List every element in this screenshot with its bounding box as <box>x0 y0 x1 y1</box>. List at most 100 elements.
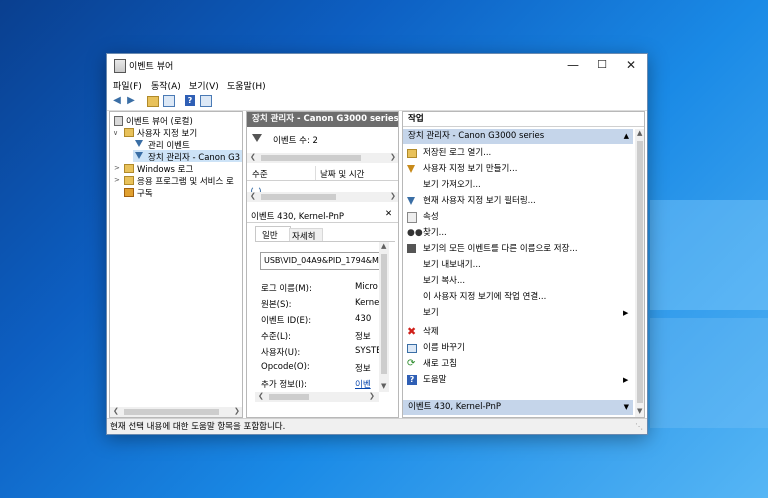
tree-custom-views[interactable]: 사용자 지정 보기 <box>137 127 197 139</box>
scroll-thumb[interactable] <box>381 254 387 374</box>
collapse-section-icon[interactable]: ▲ <box>624 129 629 144</box>
event-viewer-app-icon <box>114 59 126 73</box>
filter-icon <box>135 140 143 147</box>
scroll-thumb[interactable] <box>269 394 309 400</box>
scroll-left-arrow-icon[interactable]: ❮ <box>113 407 119 415</box>
tree-root[interactable]: 이벤트 뷰어 (로컬) <box>126 115 193 127</box>
scroll-thumb[interactable] <box>124 409 219 415</box>
rename-icon <box>407 344 417 353</box>
device-id-text: USB\VID_04A9&PID_1794&M <box>264 256 379 265</box>
folder-icon <box>124 128 134 137</box>
scroll-right-arrow-icon[interactable]: ❯ <box>234 407 240 415</box>
detail-horizontal-scrollbar[interactable]: ❮ ❯ <box>255 392 379 402</box>
action-refresh[interactable]: ⟳ 새로 고침 <box>403 356 633 372</box>
detail-vertical-scrollbar[interactable]: ▲ ▼ <box>379 242 389 392</box>
action-view-submenu[interactable]: 보기 ▶ <box>403 305 633 321</box>
device-id-box: USB\VID_04A9&PID_1794&M <box>260 252 380 270</box>
scroll-left-arrow-icon[interactable]: ❮ <box>250 192 256 200</box>
subscriptions-icon <box>124 188 134 197</box>
save-icon <box>407 244 416 253</box>
close-detail-icon[interactable]: ✕ <box>385 209 392 219</box>
tree-subscriptions[interactable]: 구독 <box>137 187 153 199</box>
actions-section-device-manager[interactable]: 장치 관리자 - Canon G3000 series ▲ <box>403 129 633 144</box>
menu-file[interactable]: 파일(F) <box>113 79 142 92</box>
column-date-time[interactable]: 날짜 및 시간 <box>320 168 365 180</box>
event-detail-header: 이벤트 430, Kernel-PnP ✕ <box>247 208 398 223</box>
back-arrow-icon[interactable]: ◀ <box>111 95 123 107</box>
action-rename[interactable]: 이름 바꾸기 <box>403 340 633 356</box>
event-viewer-window: 이벤트 뷰어 — ☐ ✕ 파일(F) 동작(A) 보기(V) 도움말(H) ◀ … <box>106 53 648 435</box>
tree-device-manager-view[interactable]: 장치 관리자 - Canon G3 <box>148 151 240 163</box>
status-text: 현재 선택 내용에 대한 도움말 항목을 포함합니다. <box>110 422 286 432</box>
action-create-custom-view[interactable]: 사용자 지정 보기 만들기... <box>403 161 633 177</box>
scroll-thumb[interactable] <box>261 194 336 200</box>
collapse-section-icon[interactable]: ▼ <box>624 400 629 415</box>
action-attach-task[interactable]: 이 사용자 지정 보기에 작업 연결... <box>403 289 633 305</box>
scroll-right-arrow-icon[interactable]: ❯ <box>390 192 396 200</box>
detail-value-event-id: 430 <box>355 314 372 324</box>
scroll-left-arrow-icon[interactable]: ❮ <box>250 153 256 161</box>
column-level[interactable]: 수준 <box>252 168 268 180</box>
tab-general[interactable]: 일반 <box>255 226 291 242</box>
detail-label-opcode: Opcode(O): <box>261 362 310 372</box>
desktop-light-pane <box>650 200 768 310</box>
action-import-view[interactable]: 보기 가져오기... <box>403 177 633 193</box>
expand-arrow-icon[interactable]: > <box>114 164 120 172</box>
properties-icon <box>407 212 417 223</box>
action-export-view[interactable]: 보기 내보내기... <box>403 257 633 273</box>
scroll-down-arrow-icon[interactable]: ▼ <box>381 382 386 390</box>
detail-link-more-info[interactable]: 이벤 <box>355 378 371 390</box>
detail-content: USB\VID_04A9&PID_1794&M 로그 이름(M): Micro … <box>255 241 395 402</box>
tree-windows-logs[interactable]: Windows 로그 <box>137 163 193 175</box>
minimize-button[interactable]: — <box>558 54 588 76</box>
scroll-left-arrow-icon[interactable]: ❮ <box>258 392 264 400</box>
actions-section-event[interactable]: 이벤트 430, Kernel-PnP ▼ <box>403 400 633 415</box>
action-find[interactable]: ●● 찾기... <box>403 225 633 241</box>
toolbar: ◀ ▶ ? <box>107 92 647 111</box>
scroll-right-arrow-icon[interactable]: ❯ <box>390 153 396 161</box>
action-delete[interactable]: ✖ 삭제 <box>403 324 633 340</box>
delete-icon: ✖ <box>407 325 417 338</box>
detail-value-user: SYSTE <box>355 346 382 356</box>
menu-view[interactable]: 보기(V) <box>189 79 219 92</box>
scroll-up-arrow-icon[interactable]: ▲ <box>637 129 642 137</box>
event-list-horizontal-scrollbar[interactable]: ❮ ❯ <box>247 192 398 202</box>
collapse-arrow-icon[interactable]: ∨ <box>113 129 118 137</box>
actions-vertical-scrollbar[interactable]: ▲ ▼ <box>635 129 644 417</box>
close-button[interactable]: ✕ <box>616 54 646 76</box>
help-icon[interactable]: ? <box>185 95 195 106</box>
action-help-submenu[interactable]: ? 도움말 ▶ <box>403 372 633 388</box>
scroll-down-arrow-icon[interactable]: ▼ <box>637 407 642 415</box>
maximize-button[interactable]: ☐ <box>587 54 617 76</box>
menu-help[interactable]: 도움말(H) <box>227 79 266 92</box>
detail-value-log-name: Micro <box>355 282 378 292</box>
filter-icon <box>252 134 262 142</box>
open-folder-icon[interactable] <box>147 96 159 107</box>
actions-pane: 작업 장치 관리자 - Canon G3000 series ▲ 저장된 로그 … <box>402 111 645 418</box>
scroll-thumb[interactable] <box>261 155 361 161</box>
tree-app-service-logs[interactable]: 응용 프로그램 및 서비스 로 <box>137 175 234 187</box>
forward-arrow-icon[interactable]: ▶ <box>125 95 137 107</box>
detail-value-level: 정보 <box>355 332 371 342</box>
logs-folder-icon <box>124 176 134 185</box>
center-horizontal-scrollbar[interactable]: ❮ ❯ <box>247 153 398 163</box>
action-open-saved-log[interactable]: 저장된 로그 열기... <box>403 145 633 161</box>
tab-details[interactable]: 자세히 <box>289 228 323 242</box>
scroll-thumb[interactable] <box>637 141 643 403</box>
filter-icon <box>407 165 415 173</box>
tree-horizontal-scrollbar[interactable]: ❮ ❯ <box>110 407 242 417</box>
expand-arrow-icon[interactable]: > <box>114 176 120 184</box>
submenu-arrow-icon: ▶ <box>623 376 629 384</box>
action-copy-view[interactable]: 보기 복사... <box>403 273 633 289</box>
show-hide-tree-icon[interactable] <box>163 95 175 107</box>
center-pane: 장치 관리자 - Canon G3000 series 이벤트 수: 2 ❮ ❯… <box>246 111 399 418</box>
menu-action[interactable]: 동작(A) <box>151 79 181 92</box>
scroll-up-arrow-icon[interactable]: ▲ <box>381 242 386 250</box>
show-hide-action-pane-icon[interactable] <box>200 95 212 107</box>
action-properties[interactable]: 속성 <box>403 209 633 225</box>
scroll-right-arrow-icon[interactable]: ❯ <box>369 392 375 400</box>
action-filter-current-view[interactable]: 현재 사용자 지정 보기 필터링... <box>403 193 633 209</box>
action-save-all-events[interactable]: 보기의 모든 이벤트를 다른 이름으로 저장... <box>403 241 633 257</box>
binoculars-icon: ●● <box>407 228 423 238</box>
resize-grip-icon[interactable]: ⋱ <box>635 419 643 434</box>
